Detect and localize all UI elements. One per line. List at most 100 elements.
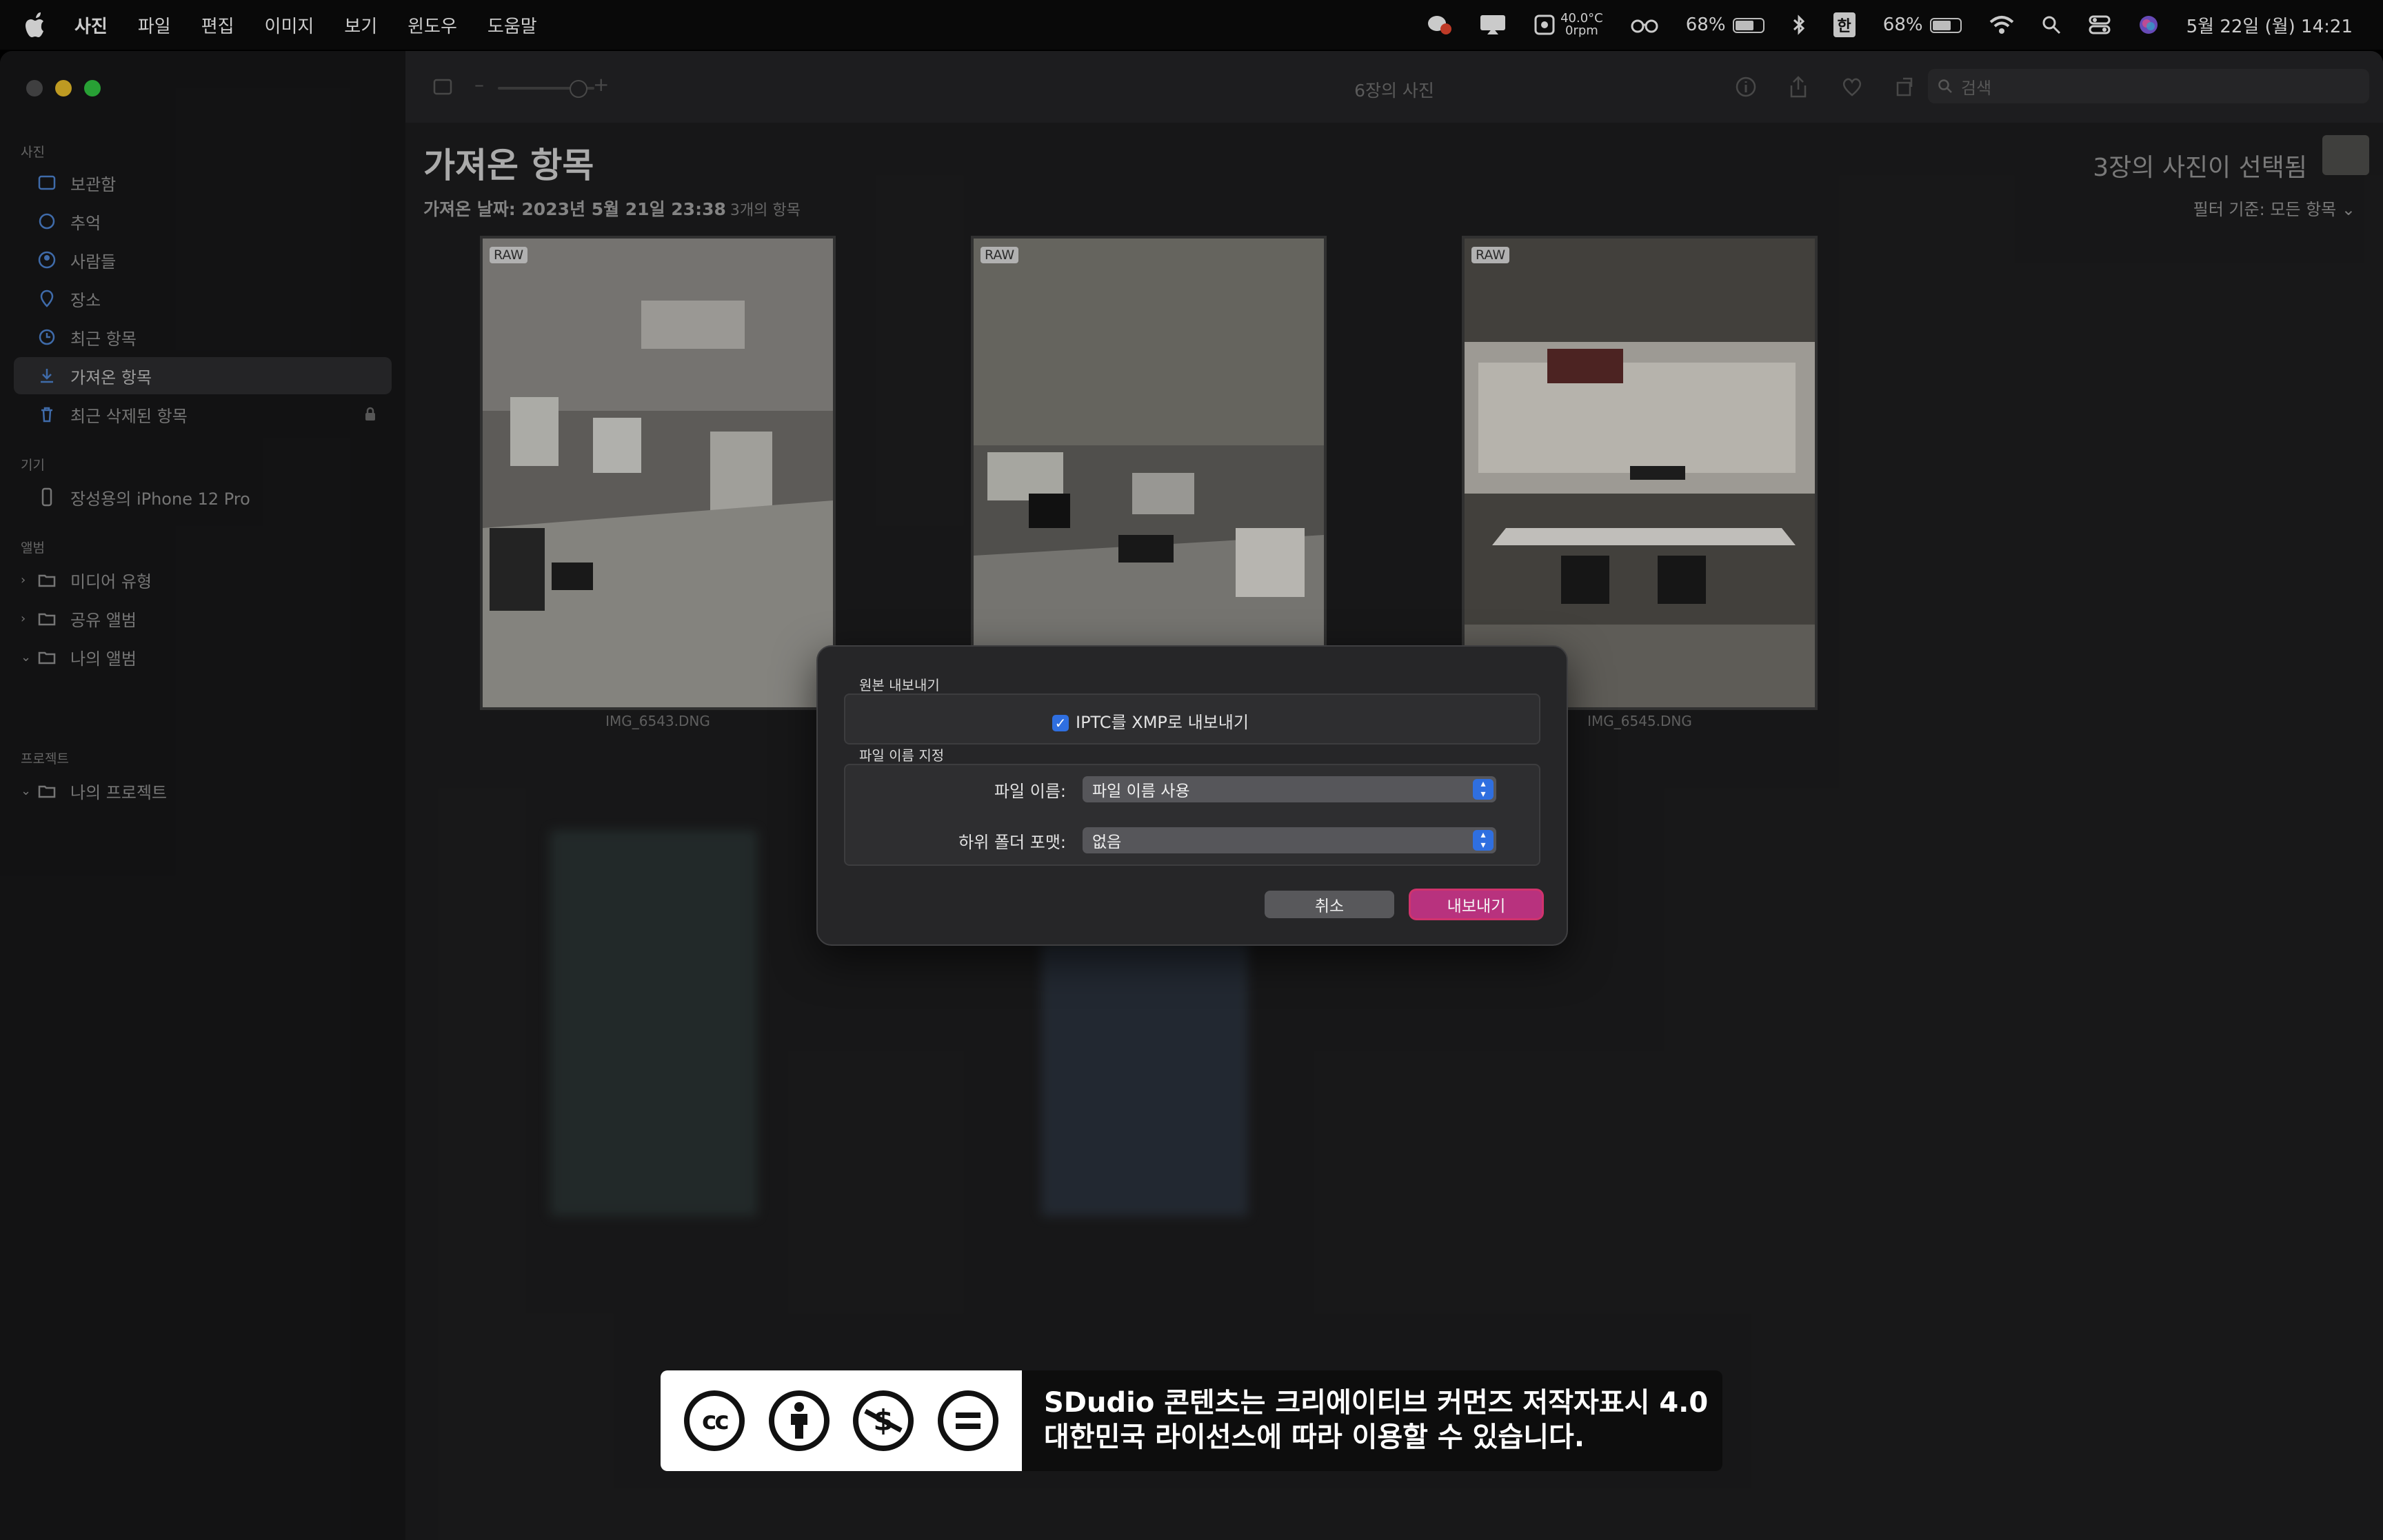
sidebar-section-albums: 앨범 bbox=[21, 540, 45, 556]
chevron-down-icon[interactable]: ⌄ bbox=[21, 650, 31, 665]
menu-window[interactable]: 윈도우 bbox=[408, 12, 457, 38]
sidebar-item-label: 미디어 유형 bbox=[70, 571, 152, 591]
fan-icon bbox=[1534, 14, 1555, 35]
sidebar-item-label: 가져온 항목 bbox=[70, 367, 152, 387]
attribution-person-icon bbox=[768, 1390, 829, 1451]
subfolder-format-label: 하위 폴더 포맷: bbox=[958, 833, 1066, 852]
rotate-icon[interactable] bbox=[1892, 74, 1917, 99]
subfolder-select-value: 없음 bbox=[1092, 833, 1122, 851]
input-method-indicator[interactable]: 한 bbox=[1833, 12, 1856, 37]
zoom-button[interactable] bbox=[84, 80, 101, 97]
sidebar-item-label: 추억 bbox=[70, 213, 101, 233]
sidebar-item-people[interactable]: 사람들 bbox=[14, 241, 392, 278]
close-button[interactable] bbox=[26, 80, 43, 97]
bluetooth-icon[interactable] bbox=[1792, 14, 1806, 35]
export-button[interactable]: 내보내기 bbox=[1411, 891, 1542, 918]
menu-app-name[interactable]: 사진 bbox=[74, 12, 108, 38]
battery-status-2[interactable]: 68% bbox=[1883, 14, 1962, 35]
license-text: SDudio 콘텐츠는 크리에이티브 커먼즈 저작자표시 4.0 대한민국 라이… bbox=[1044, 1386, 1708, 1455]
photo-2-image bbox=[974, 239, 1324, 707]
photo-1-image bbox=[483, 239, 833, 707]
siri-icon[interactable] bbox=[2138, 14, 2159, 35]
sidebar-item-recents[interactable]: 최근 항목 bbox=[14, 318, 392, 356]
import-date-label: 가져온 날짜: 2023년 5월 21일 23:38 bbox=[423, 199, 726, 219]
toolbar: – + 6장의 사진 검색 bbox=[405, 51, 2383, 123]
search-placeholder: 검색 bbox=[1961, 78, 1992, 98]
photo-thumbnail-3[interactable]: RAW bbox=[1462, 236, 1818, 710]
sidebar-item-shared-albums[interactable]: › 공유 앨범 bbox=[14, 600, 392, 637]
sidebar-section-photos: 사진 bbox=[21, 145, 45, 160]
photo-3-image bbox=[1465, 239, 1815, 707]
sidebar-item-iphone[interactable]: 장성용의 iPhone 12 Pro bbox=[14, 478, 392, 516]
subfolder-format-select[interactable]: 없음 ▴ ▾ bbox=[1083, 827, 1496, 853]
sidebar-item-my-albums[interactable]: ⌄ 나의 앨범 bbox=[14, 638, 392, 676]
sidebar-item-media-types[interactable]: › 미디어 유형 bbox=[14, 561, 392, 598]
filename-label: 파일 이름: bbox=[994, 782, 1066, 801]
section-file-naming: 파일 이름 지정 bbox=[859, 747, 945, 764]
sidebar-item-label: 최근 항목 bbox=[70, 329, 137, 349]
chevron-right-icon[interactable]: › bbox=[21, 573, 26, 587]
iphone-icon bbox=[41, 487, 52, 507]
menu-image[interactable]: 이미지 bbox=[265, 12, 314, 38]
sidebar-item-recently-deleted[interactable]: 최근 삭제된 항목 bbox=[14, 396, 392, 433]
export-options-box: ✓ IPTC를 XMP로 내보내기 bbox=[844, 693, 1540, 744]
sidebar-item-memories[interactable]: 추억 bbox=[14, 203, 392, 240]
photo-thumbnail-2[interactable]: RAW bbox=[971, 236, 1327, 710]
airplay-display-icon[interactable] bbox=[1479, 14, 1507, 36]
clock[interactable]: 5월 22일 (월) 14:21 bbox=[2186, 12, 2353, 38]
raw-badge: RAW bbox=[1471, 247, 1510, 263]
blurred-thumbnail-2 bbox=[1041, 940, 1248, 1216]
battery-percent-2: 68% bbox=[1882, 14, 1923, 35]
glasses-icon[interactable] bbox=[1631, 17, 1658, 33]
sidebar-section-projects: 프로젝트 bbox=[21, 751, 69, 767]
menu-help[interactable]: 도움말 bbox=[487, 12, 537, 38]
memories-icon bbox=[39, 213, 55, 230]
sidebar-item-library[interactable]: 보관함 bbox=[14, 164, 392, 201]
menu-view[interactable]: 보기 bbox=[344, 12, 377, 38]
menu-file[interactable]: 파일 bbox=[138, 12, 171, 38]
spotlight-search-icon[interactable] bbox=[2042, 15, 2061, 34]
sidebar-item-label: 사람들 bbox=[70, 252, 117, 272]
checkbox-checked-icon[interactable]: ✓ bbox=[1052, 715, 1069, 731]
sidebar-item-places[interactable]: 장소 bbox=[14, 280, 392, 317]
sidebar-item-imports[interactable]: 가져온 항목 bbox=[14, 357, 392, 394]
menu-edit[interactable]: 편집 bbox=[201, 12, 234, 38]
sidebar-item-my-projects[interactable]: ⌄ 나의 프로젝트 bbox=[14, 772, 392, 809]
filename-select-value: 파일 이름 사용 bbox=[1092, 782, 1190, 800]
fan-speed-value: 0rpm bbox=[1565, 23, 1598, 38]
wifi-icon[interactable] bbox=[1989, 15, 2014, 34]
cc-icons: cc $ bbox=[661, 1370, 1022, 1471]
raw-badge: RAW bbox=[981, 247, 1019, 263]
sidebar: 사진 보관함 추억 사람들 장소 최근 항목 가져온 항목 최근 삭제된 항목 … bbox=[0, 51, 405, 1540]
clock-icon bbox=[39, 329, 55, 345]
sidebar-item-label: 보관함 bbox=[70, 174, 117, 194]
minimize-button[interactable] bbox=[55, 80, 72, 97]
temperature-widget[interactable]: 40.0°C 0rpm bbox=[1534, 12, 1603, 37]
filename-select[interactable]: 파일 이름 사용 ▴ ▾ bbox=[1083, 776, 1496, 802]
cc-glyph: cc bbox=[702, 1406, 730, 1435]
no-dollar-glyph: $ bbox=[864, 1404, 903, 1437]
chevron-right-icon[interactable]: › bbox=[21, 611, 26, 626]
share-icon[interactable] bbox=[1786, 74, 1811, 99]
license-line-1: SDudio 콘텐츠는 크리에이티브 커먼즈 저작자표시 4.0 bbox=[1044, 1387, 1709, 1419]
chat-badge-icon[interactable] bbox=[1427, 14, 1452, 36]
iptc-xmp-checkbox-row[interactable]: ✓ IPTC를 XMP로 내보내기 bbox=[1052, 709, 1249, 733]
search-input[interactable]: 검색 bbox=[1928, 69, 2369, 103]
photo-thumbnail-1[interactable]: RAW bbox=[480, 236, 836, 710]
info-icon[interactable] bbox=[1733, 74, 1758, 99]
favorite-heart-icon[interactable] bbox=[1840, 74, 1864, 99]
people-icon bbox=[38, 251, 56, 269]
no-derivatives-icon bbox=[937, 1390, 998, 1451]
menu-bar: 사진 파일 편집 이미지 보기 윈도우 도움말 40.0°C 0rpm 68% 한… bbox=[0, 0, 2383, 50]
cancel-button[interactable]: 취소 bbox=[1265, 891, 1394, 918]
control-center-icon[interactable] bbox=[2089, 15, 2111, 34]
section-export-originals: 원본 내보내기 bbox=[859, 677, 940, 693]
person-glyph bbox=[790, 1402, 807, 1439]
battery-status-1[interactable]: 68% bbox=[1686, 14, 1764, 35]
popup-arrows-icon: ▴ ▾ bbox=[1473, 779, 1494, 800]
photo-library-icon bbox=[38, 175, 56, 190]
chevron-down-icon[interactable]: ⌄ bbox=[21, 784, 31, 798]
apple-icon[interactable] bbox=[25, 11, 48, 39]
filter-menu[interactable]: 필터 기준: 모든 항목 ⌄ bbox=[2193, 196, 2355, 220]
places-pin-icon bbox=[40, 290, 54, 307]
